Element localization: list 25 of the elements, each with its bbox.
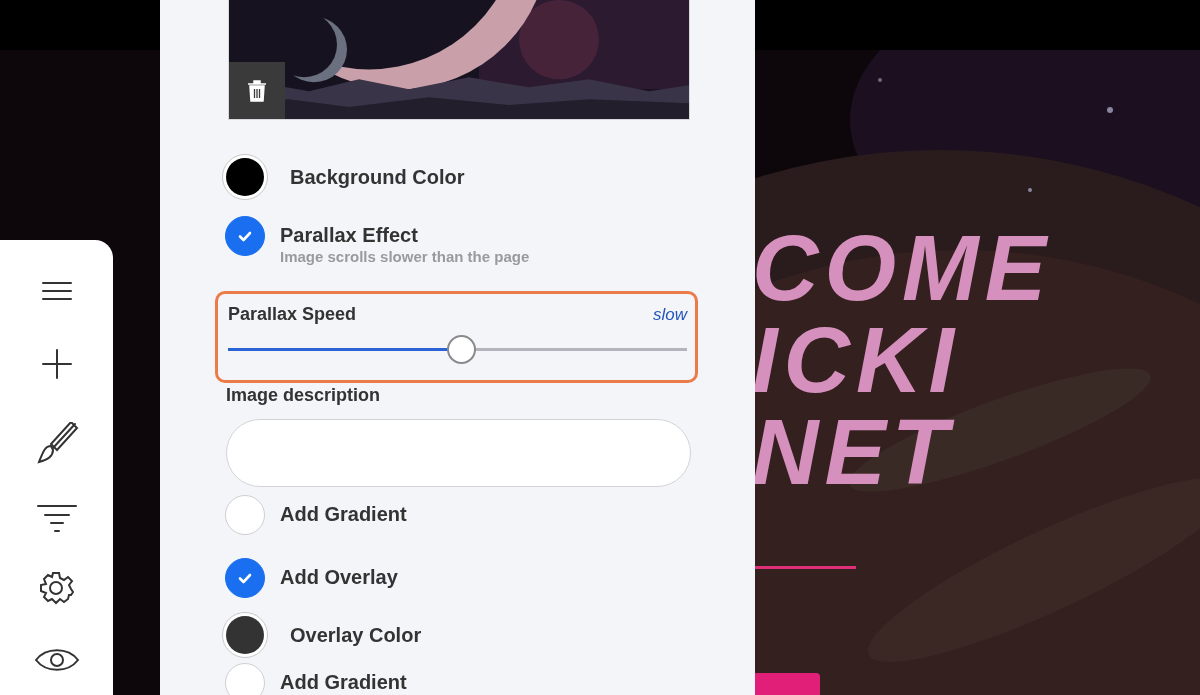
settings-icon[interactable] [38,571,75,607]
checkbox[interactable] [225,558,265,598]
add-icon[interactable] [41,349,72,379]
setting-label: Overlay Color [290,623,422,647]
setting-label: Parallax Effect [280,224,419,247]
setting-label: Parallax Speed [228,304,357,325]
checkmark-icon [238,230,252,242]
field-label: Image description [226,385,382,406]
checkbox[interactable] [225,216,265,256]
setting-label: Add Overlay [280,566,398,589]
headline-text: ICKI [752,314,961,406]
slider-thumb[interactable] [447,335,477,364]
color-swatch[interactable] [222,612,268,658]
headline-text: NET [752,406,956,498]
setting-description: Image scrolls slower than the page [280,248,530,265]
filter-icon[interactable] [36,504,77,534]
setting-label: Add Gradient [280,503,407,526]
setting-label: Add Gradient [280,671,407,694]
checkmark-icon [238,572,252,584]
setting-label: Background Color [290,165,465,189]
slider-reading: slow [653,305,687,325]
slider[interactable] [228,335,687,364]
color-swatch[interactable] [222,154,268,200]
menu-icon[interactable] [40,280,73,302]
headline-text: COME [752,222,1052,314]
